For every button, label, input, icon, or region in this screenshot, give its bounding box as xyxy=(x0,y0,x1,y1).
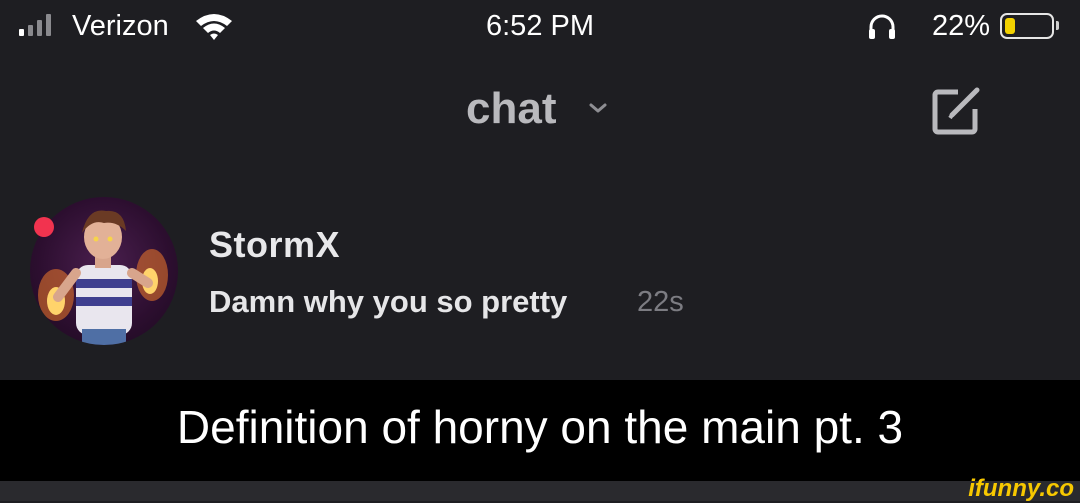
battery-level xyxy=(1005,18,1015,34)
chat-contact-name: StormX xyxy=(209,224,341,265)
bottom-strip xyxy=(0,481,1080,501)
compose-icon[interactable] xyxy=(930,83,984,137)
chat-message-preview: Damn why you so pretty xyxy=(209,284,568,319)
page-title[interactable]: chat xyxy=(466,84,556,134)
headphones-icon xyxy=(869,14,895,39)
chat-timestamp: 22s xyxy=(637,286,684,318)
battery-nub xyxy=(1056,21,1059,30)
caption-bar: Definition of horny on the main pt. 3 xyxy=(0,380,1080,481)
avatar xyxy=(30,197,178,345)
meme-caption: Definition of horny on the main pt. 3 xyxy=(176,401,904,453)
clock: 6:52 PM xyxy=(486,10,594,42)
battery-icon xyxy=(1000,13,1054,39)
chat-list-item[interactable]: StormX Damn why you so pretty 22s xyxy=(0,192,1080,352)
status-bar: Verizon 6:52 PM 22% xyxy=(0,0,1080,56)
chevron-down-icon[interactable] xyxy=(588,101,608,115)
avatar-illustration xyxy=(38,210,168,345)
online-status-dot xyxy=(34,217,54,237)
watermark: ifunny.co xyxy=(968,475,1074,502)
battery-percent: 22% xyxy=(932,10,991,42)
